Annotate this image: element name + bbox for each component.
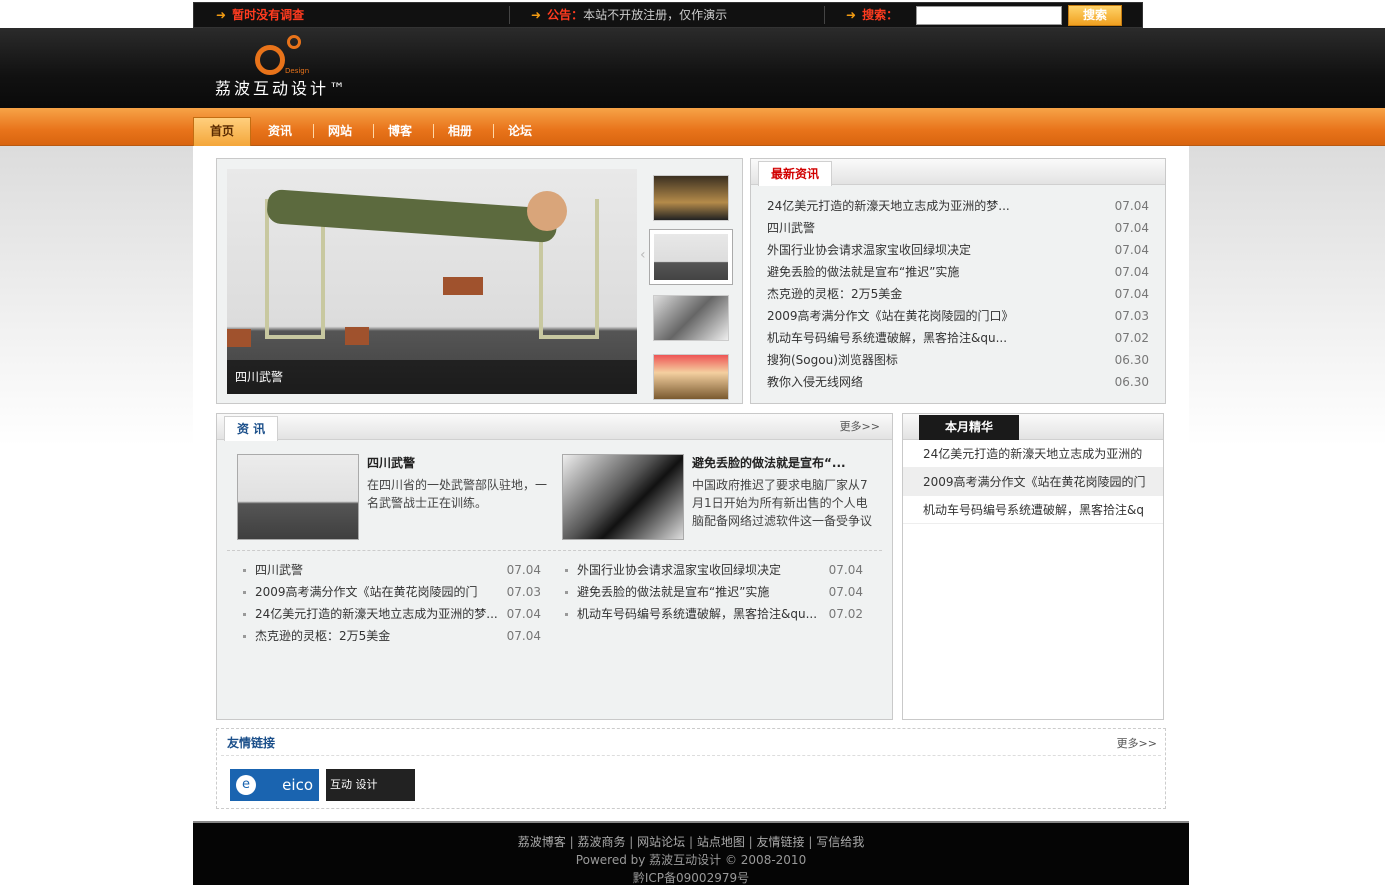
brick-shape bbox=[227, 329, 251, 347]
list-item[interactable]: 24亿美元打造的新濠天地立志成为亚洲的 bbox=[903, 440, 1163, 468]
logo-ring-small-icon bbox=[287, 35, 301, 49]
notice-text[interactable]: 本站不开放注册，仅作演示 bbox=[583, 8, 727, 22]
site-logo[interactable]: Design 荔波互动设计™ bbox=[215, 35, 355, 98]
list-item[interactable]: 避免丢脸的做法就是宣布“推迟”实施 07.04 bbox=[561, 581, 863, 603]
slider-panel: 四川武警 ‹ bbox=[216, 158, 743, 404]
arrow-right-icon: ➜ bbox=[216, 8, 227, 22]
nav-item-blog[interactable]: 博客 bbox=[371, 116, 429, 146]
notice-label: 公告： bbox=[547, 8, 584, 22]
footer-link[interactable]: 友情链接 bbox=[757, 835, 805, 849]
search-input[interactable] bbox=[916, 6, 1062, 25]
logo-small-text: Design bbox=[285, 67, 310, 75]
arrow-right-icon: ➜ bbox=[531, 8, 542, 22]
footer-powered: Powered by 荔波互动设计 © 2008-2010 bbox=[575, 853, 807, 867]
latest-news-panel: 最新资讯 24亿美元打造的新濠天地立志成为亚洲的梦... 07.04 四川武警 07… bbox=[750, 158, 1166, 404]
dashed-divider bbox=[227, 550, 882, 551]
thumb-image bbox=[654, 234, 728, 280]
slider-caption: 四川武警 bbox=[227, 360, 637, 394]
top-bar: ➜ 暂时没有调查 ➜ 公告：本站不开放注册，仅作演示 ➜ 搜索： 搜索 bbox=[193, 2, 1143, 28]
footer-link[interactable]: 荔波博客 bbox=[518, 835, 566, 849]
news-header: 资 讯 更多>> bbox=[217, 414, 892, 441]
best-of-month-panel: 本月精华 24亿美元打造的新濠天地立志成为亚洲的 2009高考满分作文《站在黄花… bbox=[902, 413, 1164, 720]
list-item[interactable]: 避免丢脸的做法就是宣布“推迟”实施 07.04 bbox=[767, 261, 1149, 283]
page-wrapper: ➜ 暂时没有调查 ➜ 公告：本站不开放注册，仅作演示 ➜ 搜索： 搜索 Design … bbox=[193, 0, 1189, 885]
featured-image-1[interactable] bbox=[237, 454, 359, 540]
slider-thumb-3[interactable] bbox=[653, 295, 729, 341]
footer-nav: 荔波博客 | 荔波商务 | 网站论坛 | 站点地图 | 友情链接 | 写信给我 bbox=[517, 835, 865, 849]
friend-links-more[interactable]: 更多>> bbox=[1117, 735, 1157, 751]
friend-links-panel: 友情链接 更多>> e eico 互动 设计 bbox=[216, 728, 1166, 809]
brick-shape bbox=[443, 277, 483, 295]
list-item[interactable]: 四川武警 07.04 bbox=[767, 217, 1149, 239]
list-item[interactable]: 外国行业协会请求温家宝收回绿坝决定 07.04 bbox=[561, 559, 863, 581]
footer-link[interactable]: 站点地图 bbox=[697, 835, 745, 849]
partner-logo-eico[interactable]: e eico bbox=[230, 769, 319, 801]
best-of-month-title: 本月精华 bbox=[919, 415, 1019, 440]
chevron-left-icon[interactable]: ‹ bbox=[640, 247, 646, 263]
news-more-link[interactable]: 更多>> bbox=[840, 414, 880, 440]
divider bbox=[509, 6, 510, 24]
featured-article-1[interactable]: 四川武警 在四川省的一处武警部队驻地，一名武警战士正在训练。 bbox=[237, 454, 557, 546]
list-item[interactable]: 教你入侵无线网络 06.30 bbox=[767, 371, 1149, 393]
nav-item-forum[interactable]: 论坛 bbox=[491, 116, 549, 146]
survey-notice: ➜ 暂时没有调查 bbox=[216, 3, 304, 27]
latest-news-header: 最新资讯 bbox=[751, 159, 1165, 186]
list-item[interactable]: 搜狗(Sogou)浏览器图标 06.30 bbox=[767, 349, 1149, 371]
list-item[interactable]: 2009高考满分作文《站在黄花岗陵园的门 bbox=[903, 468, 1163, 496]
search-button[interactable]: 搜索 bbox=[1068, 5, 1122, 26]
site-footer: 荔波博客 | 荔波商务 | 网站论坛 | 站点地图 | 友情链接 | 写信给我 … bbox=[193, 821, 1189, 885]
nav-item-album[interactable]: 相册 bbox=[431, 116, 489, 146]
partner-logo-hudong[interactable]: 互动 设计 bbox=[326, 769, 415, 801]
brick-shape bbox=[345, 327, 369, 345]
soldier-head-shape bbox=[527, 191, 567, 231]
list-item[interactable]: 2009高考满分作文《站在黄花岗陵园的门 07.03 bbox=[239, 581, 541, 603]
featured-desc-2: 中国政府推迟了要求电脑厂家从7月1日开始为所有新出售的个人电脑配备网络过滤软件这… bbox=[692, 478, 873, 528]
divider bbox=[824, 6, 825, 24]
survey-text[interactable]: 暂时没有调查 bbox=[232, 8, 304, 22]
news-title: 资 讯 bbox=[224, 416, 279, 441]
search-label-cell: ➜ 搜索： bbox=[846, 3, 898, 27]
nav-item-home[interactable]: 首页 bbox=[193, 117, 251, 146]
eico-icon: e bbox=[236, 775, 256, 795]
list-item[interactable]: 四川武警 07.04 bbox=[239, 559, 541, 581]
featured-title-2[interactable]: 避免丢脸的做法就是宣布“... bbox=[692, 454, 846, 471]
footer-link[interactable]: 写信给我 bbox=[816, 835, 864, 849]
latest-news-title: 最新资讯 bbox=[758, 161, 833, 186]
list-item[interactable]: 机动车号码编号系统遭破解，黑客拾注&qu... 07.02 bbox=[767, 327, 1149, 349]
featured-image-2[interactable] bbox=[562, 454, 684, 540]
featured-desc-1: 在四川省的一处武警部队驻地，一名武警战士正在训练。 bbox=[367, 478, 548, 510]
footer-link[interactable]: 荔波商务 bbox=[577, 835, 625, 849]
list-item[interactable]: 2009高考满分作文《站在黄花岗陵园的门口》 07.03 bbox=[767, 305, 1149, 327]
list-item[interactable]: 24亿美元打造的新濠天地立志成为亚洲的梦... 07.04 bbox=[767, 195, 1149, 217]
slider-main-image[interactable]: 四川武警 bbox=[227, 169, 637, 394]
announcement: ➜ 公告：本站不开放注册，仅作演示 bbox=[531, 3, 727, 27]
best-of-month-header: 本月精华 bbox=[903, 414, 1163, 440]
footer-link[interactable]: 网站论坛 bbox=[637, 835, 685, 849]
list-item[interactable]: 杰克逊的灵柩：2万5美金 07.04 bbox=[767, 283, 1149, 305]
list-item[interactable]: 外国行业协会请求温家宝收回绿坝决定 07.04 bbox=[767, 239, 1149, 261]
dashed-divider bbox=[221, 755, 1161, 756]
nav-item-news[interactable]: 资讯 bbox=[251, 116, 309, 146]
search-label: 搜索： bbox=[862, 8, 899, 22]
featured-title-1[interactable]: 四川武警 bbox=[367, 454, 415, 471]
list-item[interactable]: 机动车号码编号系统遭破解，黑客拾注&q bbox=[903, 496, 1163, 524]
friend-links-title: 友情链接 bbox=[227, 736, 276, 750]
main-content: 四川武警 ‹ 最新资讯 24亿美元打造的新濠天地立志成为亚洲的梦... 07.04… bbox=[193, 146, 1189, 821]
slider-thumb-1[interactable] bbox=[653, 175, 729, 221]
list-item[interactable]: 杰克逊的灵柩：2万5美金 07.04 bbox=[239, 625, 541, 647]
arrow-right-icon: ➜ bbox=[846, 8, 857, 22]
footer-icp[interactable]: 黔ICP备09002979号 bbox=[193, 869, 1189, 885]
nav-item-sites[interactable]: 网站 bbox=[311, 116, 369, 146]
logo-ring-icon bbox=[255, 45, 285, 75]
news-panel: 资 讯 更多>> 四川武警 在四川省的一处武警部队驻地，一名武警战士正在训练。 … bbox=[216, 413, 893, 720]
slider-thumb-2-active[interactable] bbox=[649, 229, 733, 285]
list-item[interactable]: 24亿美元打造的新濠天地立志成为亚洲的梦... 07.04 bbox=[239, 603, 541, 625]
featured-article-2[interactable]: 避免丢脸的做法就是宣布“... 中国政府推迟了要求电脑厂家从7月1日开始为所有新… bbox=[562, 454, 882, 546]
logo-text: 荔波互动设计™ bbox=[215, 79, 349, 98]
slider-thumb-4[interactable] bbox=[653, 354, 729, 400]
list-item[interactable]: 机动车号码编号系统遭破解，黑客拾注&qu... 07.02 bbox=[561, 603, 863, 625]
